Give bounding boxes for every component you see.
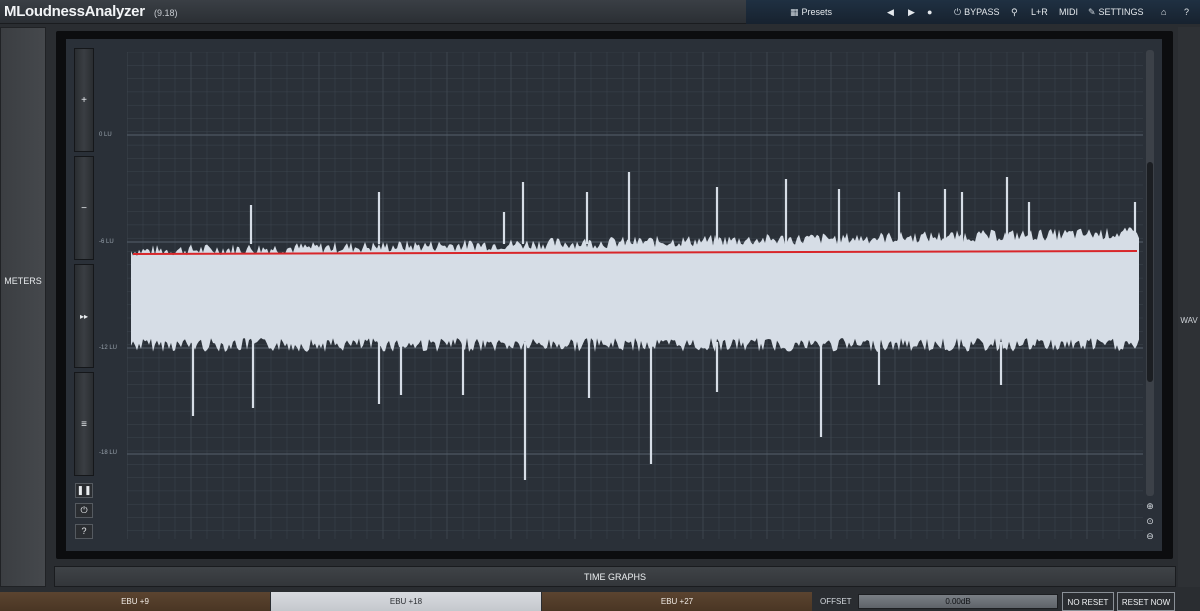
ebu-plus-18-button[interactable]: EBU +18: [271, 592, 541, 611]
wrench-icon: ✎: [1088, 7, 1096, 17]
y-axis-label: -12 LU: [99, 345, 118, 351]
zoom-out-icon[interactable]: ⊖: [1145, 531, 1155, 541]
app-version: (9.18): [154, 8, 178, 18]
settings-button[interactable]: ✎ SETTINGS: [1088, 0, 1144, 24]
settings-label: SETTINGS: [1098, 7, 1144, 17]
meters-label: METERS: [4, 276, 42, 286]
presets-label: Presets: [801, 7, 833, 17]
meters-panel[interactable]: [0, 27, 46, 587]
loudness-graph-svg: [127, 52, 1143, 539]
time-graphs-button[interactable]: TIME GRAPHS: [54, 566, 1176, 587]
power-button[interactable]: ⏻: [75, 503, 93, 518]
reset-now-button[interactable]: RESET NOW: [1117, 592, 1175, 611]
zoom-fit-icon[interactable]: ⊙: [1145, 516, 1155, 526]
toolbar: ▦ Presets ◀ ▶ ● ⏻ BYPASS ⚲ L+R MIDI ✎ SETTI…: [746, 0, 1200, 24]
zoom-in-button[interactable]: +: [74, 48, 94, 152]
next-preset-icon[interactable]: ▶: [908, 0, 915, 24]
fast-forward-button[interactable]: ▸▸: [74, 264, 94, 368]
midi-button[interactable]: MIDI: [1059, 0, 1078, 24]
pause-button[interactable]: ❚❚: [75, 483, 93, 498]
no-reset-button[interactable]: NO RESET: [1062, 592, 1114, 611]
loudness-graph[interactable]: [127, 52, 1143, 539]
zoom-out-button[interactable]: −: [74, 156, 94, 260]
wav-label: WAV: [1180, 316, 1198, 325]
ebu-plus-9-button[interactable]: EBU +9: [0, 592, 270, 611]
waveform-envelope: [131, 227, 1139, 352]
top-bar: MLoudnessAnalyzer (9.18) ▦ Presets ◀ ▶ ● …: [0, 0, 1200, 24]
bypass-label: BYPASS: [964, 7, 1000, 17]
zoom-in-icon[interactable]: ⊕: [1145, 501, 1155, 511]
y-axis-label: 0 LU: [99, 132, 112, 138]
antenna-icon[interactable]: ⚲: [1011, 0, 1018, 24]
bypass-button[interactable]: ⏻ BYPASS: [954, 0, 999, 24]
graph-menu-button[interactable]: ≡: [74, 372, 94, 476]
y-axis-label: -6 LU: [99, 239, 114, 245]
help-icon[interactable]: ?: [1184, 0, 1189, 24]
vertical-scrollbar-thumb[interactable]: [1147, 162, 1153, 382]
ebu-plus-27-button[interactable]: EBU +27: [542, 592, 812, 611]
app-title: MLoudnessAnalyzer: [4, 3, 145, 20]
offset-label: OFFSET: [820, 597, 852, 606]
wav-panel[interactable]: [1178, 27, 1200, 587]
prev-preset-icon[interactable]: ◀: [887, 0, 894, 24]
grid-icon: ▦: [790, 7, 799, 17]
offset-slider[interactable]: 0.00dB: [858, 594, 1058, 609]
power-icon: ⏻: [954, 7, 962, 17]
presets-button[interactable]: ▦ Presets: [790, 0, 832, 24]
y-axis-label: -18 LU: [99, 450, 118, 456]
circle-menu-icon[interactable]: ●: [927, 0, 932, 24]
graph-help-button[interactable]: ?: [75, 524, 93, 539]
pin-icon[interactable]: ⌂: [1161, 0, 1166, 24]
channel-mode-button[interactable]: L+R: [1031, 0, 1048, 24]
